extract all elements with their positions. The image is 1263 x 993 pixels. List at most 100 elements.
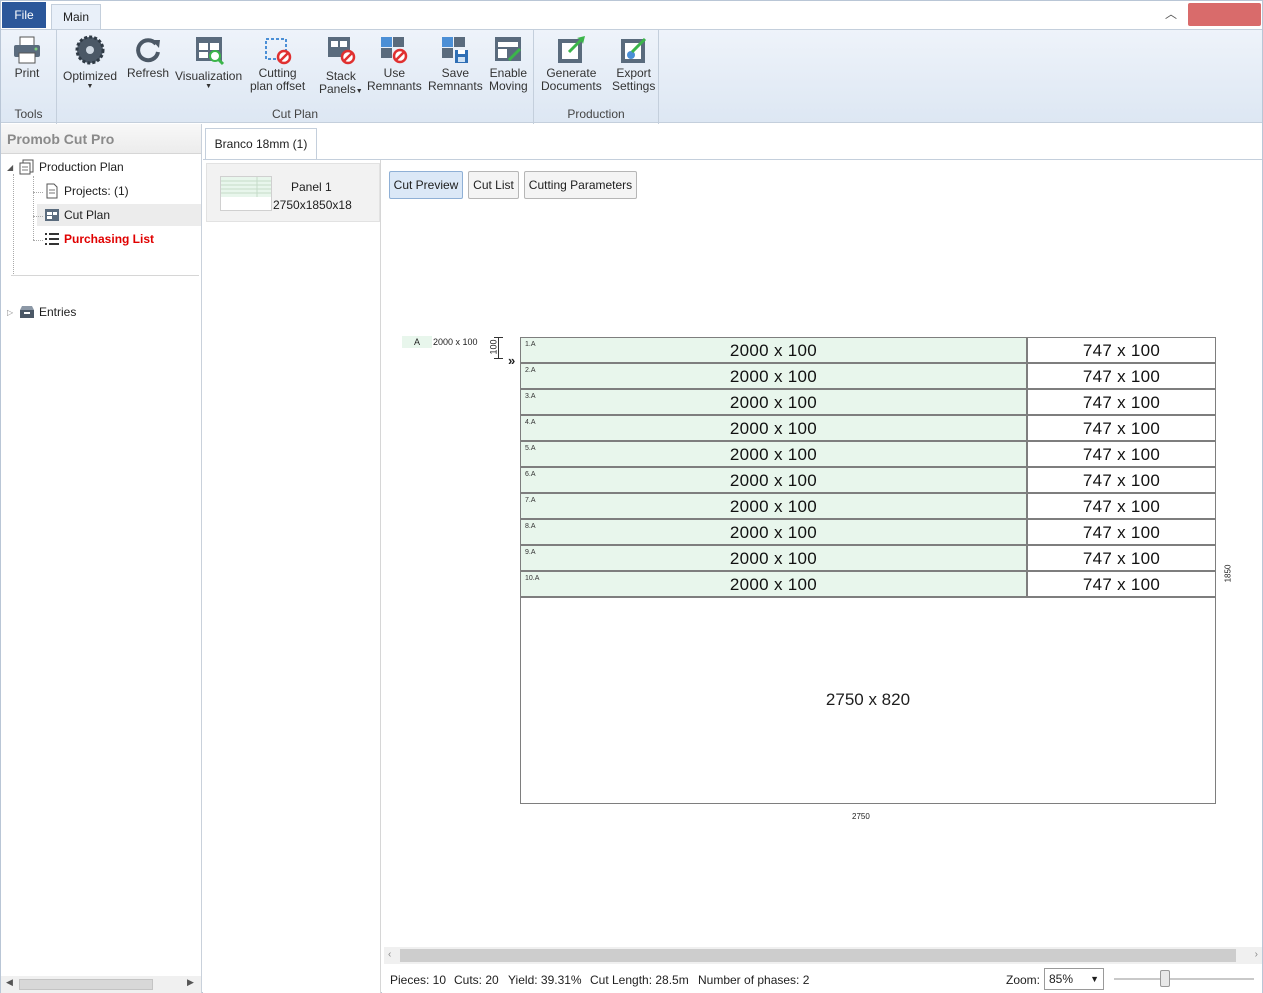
visualization-button[interactable]: Visualization ▼ — [175, 33, 242, 91]
piece-2-side[interactable]: 747 x 100 — [1027, 363, 1216, 389]
piece-7-side[interactable]: 747 x 100 — [1027, 493, 1216, 519]
chevron-down-icon: ▼ — [86, 83, 94, 90]
piece-7-main[interactable]: 7.A 2000 x 100 — [520, 493, 1027, 519]
scrollbar-thumb[interactable] — [400, 949, 1236, 962]
piece-8-side[interactable]: 747 x 100 — [1027, 519, 1216, 545]
dimension-tick — [494, 358, 503, 359]
remnant-dimension: 747 x 100 — [1082, 497, 1161, 516]
cut-plan-group: Optimized ▼ Refresh Visualization ▼ Cutt… — [57, 30, 534, 124]
scrollbar-thumb[interactable] — [19, 979, 153, 990]
inbox-icon — [19, 304, 35, 320]
use-remnants-icon — [378, 33, 410, 67]
preview-horizontal-scrollbar[interactable]: ‹ › — [384, 947, 1262, 964]
piece-6-main[interactable]: 6.A 2000 x 100 — [520, 467, 1027, 493]
piece-1-side[interactable]: 747 x 100 — [1027, 337, 1216, 363]
close-button[interactable] — [1188, 3, 1261, 26]
material-tab[interactable]: Branco 18mm (1) — [205, 128, 317, 159]
piece-4-main[interactable]: 4.A 2000 x 100 — [520, 415, 1027, 441]
visualization-label: Visualization — [175, 69, 243, 83]
generate-documents-label-2: Documents — [541, 79, 602, 93]
print-button[interactable]: Print — [11, 33, 43, 80]
collapsed-arrow-icon[interactable]: ▷ — [7, 308, 19, 317]
optimized-label: Optimized — [63, 69, 118, 83]
tree-line — [33, 176, 34, 240]
collapse-ribbon-icon[interactable]: ︿ — [1161, 5, 1181, 23]
piece-6-side[interactable]: 747 x 100 — [1027, 467, 1216, 493]
cutting-plan-offset-button[interactable]: Cutting plan offset — [250, 33, 305, 93]
use-remnants-button[interactable]: Use Remnants — [367, 33, 422, 93]
optimized-button[interactable]: Optimized ▼ — [63, 33, 117, 91]
scroll-left-icon[interactable]: ‹ — [388, 949, 391, 960]
enable-moving-button[interactable]: Enable Moving — [489, 33, 528, 93]
sidebar-horizontal-scrollbar[interactable]: ◀ ▶ — [1, 976, 201, 993]
generate-documents-button[interactable]: Generate Documents — [541, 33, 602, 93]
piece-2-main[interactable]: 2.A 2000 x 100 — [520, 363, 1027, 389]
projects-label: Projects: (1) — [64, 184, 129, 198]
file-tab[interactable]: File — [2, 2, 46, 28]
production-plan-icon — [19, 159, 35, 175]
tools-group-label: Tools — [14, 107, 43, 121]
tree-divider — [11, 275, 199, 276]
piece-5-main[interactable]: 5.A 2000 x 100 — [520, 441, 1027, 467]
cutting-offset-icon — [262, 33, 294, 67]
tree-line — [33, 240, 43, 241]
expand-arrow-icon[interactable]: ◢ — [7, 163, 19, 172]
app-title: Promob Cut Pro — [1, 124, 201, 154]
tree-item-cut-plan[interactable]: Cut Plan — [44, 204, 110, 226]
ribbon-tab-bar: File Main ︿ — [1, 1, 1262, 29]
cut-preview-button[interactable]: Cut Preview — [389, 171, 463, 199]
tree-line — [33, 216, 43, 217]
cutting-parameters-button[interactable]: Cutting Parameters — [524, 171, 637, 199]
remnant-dimension: 747 x 100 — [1082, 445, 1161, 464]
cutting-plan-offset-label-2: plan offset — [250, 79, 306, 93]
remnant-dimension: 747 x 100 — [1082, 575, 1161, 594]
navigation-pane: Promob Cut Pro ◢ Production Plan Project… — [1, 124, 202, 993]
document-icon — [44, 183, 60, 199]
zoom-select[interactable]: 85% ▼ — [1044, 968, 1104, 990]
tree-item-entries[interactable]: ▷ Entries — [7, 301, 76, 323]
main-tab[interactable]: Main — [51, 4, 101, 29]
piece-9-main[interactable]: 9.A 2000 x 100 — [520, 545, 1027, 571]
tree-line — [33, 192, 43, 193]
piece-3-main[interactable]: 3.A 2000 x 100 — [520, 389, 1027, 415]
panel-list-item[interactable]: Panel 1 2750x1850x18 — [206, 163, 380, 222]
production-group: Generate Documents Export Settings Produ… — [534, 30, 659, 124]
piece-dimension: 2000 x 100 — [729, 497, 818, 516]
cut-preview-canvas: A 2000 x 100 100 » 1.A 2000 x 100 747 x 10… — [382, 201, 1262, 946]
piece-1-main[interactable]: 1.A 2000 x 100 — [520, 337, 1027, 363]
zoom-slider-thumb[interactable] — [1160, 970, 1170, 987]
panel-size: 2750x1850x18 — [273, 198, 352, 212]
scroll-right-icon[interactable]: ▶ — [187, 977, 194, 988]
scroll-left-icon[interactable]: ◀ — [6, 977, 13, 988]
piece-8-main[interactable]: 8.A 2000 x 100 — [520, 519, 1027, 545]
refresh-button[interactable]: Refresh — [127, 33, 169, 80]
cut-plan-group-label: Cut Plan — [271, 107, 319, 121]
zoom-slider-track[interactable] — [1114, 978, 1254, 980]
tree-item-projects[interactable]: Projects: (1) — [44, 180, 129, 202]
remnant-dimension: 747 x 100 — [1082, 549, 1161, 568]
waste-area[interactable]: 2750 x 820 — [520, 597, 1216, 804]
export-settings-button[interactable]: Export Settings — [612, 33, 655, 93]
production-plan-label: Production Plan — [39, 160, 124, 174]
scroll-right-icon[interactable]: › — [1255, 949, 1258, 960]
stack-panels-button[interactable]: Stack Panels▼ — [319, 33, 363, 98]
list-icon — [44, 231, 60, 247]
enable-moving-icon — [492, 33, 524, 67]
piece-dimension: 2000 x 100 — [729, 445, 818, 464]
piece-10-main[interactable]: 10.A 2000 x 100 — [520, 571, 1027, 597]
zoom-label: Zoom: — [1006, 973, 1041, 987]
cut-list-button[interactable]: Cut List — [468, 171, 519, 199]
piece-10-side[interactable]: 747 x 100 — [1027, 571, 1216, 597]
tree-item-purchasing-list[interactable]: Purchasing List — [44, 228, 154, 250]
piece-9-side[interactable]: 747 x 100 — [1027, 545, 1216, 571]
tree-item-production-plan[interactable]: ◢ Production Plan — [7, 156, 124, 178]
app-window: File Main ︿ Print Tools Optimized ▼ Refr… — [0, 0, 1263, 993]
piece-4-side[interactable]: 747 x 100 — [1027, 415, 1216, 441]
remnant-dimension: 747 x 100 — [1082, 523, 1161, 542]
piece-3-side[interactable]: 747 x 100 — [1027, 389, 1216, 415]
piece-5-side[interactable]: 747 x 100 — [1027, 441, 1216, 467]
panel-list: Panel 1 2750x1850x18 — [203, 160, 381, 993]
save-remnants-button[interactable]: Save Remnants — [428, 33, 483, 93]
dimension-tick — [494, 337, 503, 338]
remnant-dimension: 747 x 100 — [1082, 367, 1161, 386]
